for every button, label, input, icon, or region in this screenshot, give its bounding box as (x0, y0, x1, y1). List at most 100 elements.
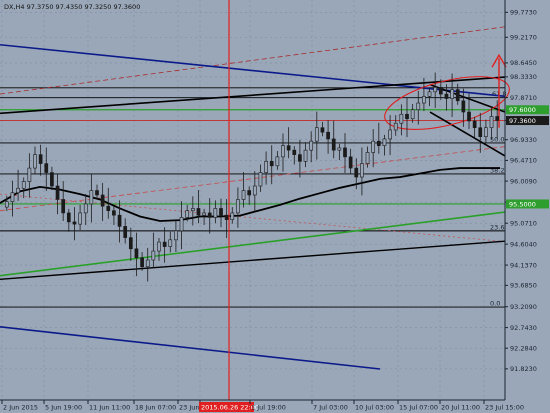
x-tick-label: 23 Jul 15:00 (485, 404, 524, 412)
candle-body (399, 113, 404, 124)
y-tick-label: 98.6450 (510, 59, 537, 67)
candle-body (252, 185, 257, 196)
candle-body (185, 210, 190, 218)
x-tick-label: 11 Jun 11:00 (89, 404, 130, 412)
y-tick-label: 99.7730 (510, 9, 537, 17)
candle-body (405, 113, 409, 120)
x-tick-label: 15 Jul 07:00 (399, 404, 438, 412)
candle-body (309, 140, 314, 151)
candle-body (258, 172, 263, 187)
x-tick-label: 5 Jun 19:00 (45, 404, 82, 412)
x-tick-label: 20 Jul 11:00 (441, 404, 480, 412)
candle-body (495, 116, 500, 121)
candle-body (354, 167, 359, 178)
y-tick-label: 93.2090 (510, 303, 537, 311)
candle-body (207, 212, 212, 218)
candle-body (433, 87, 438, 93)
y-tick-label: 91.8230 (510, 365, 537, 373)
candle-body (106, 205, 111, 211)
y-tick-label: 95.0710 (510, 219, 537, 227)
candle-body (236, 199, 240, 214)
candle-body (100, 194, 105, 207)
y-tick-label: 96.4710 (510, 157, 537, 165)
candle-body (134, 248, 139, 259)
y-tick-label: 93.6850 (510, 282, 537, 290)
candle-body (472, 120, 477, 129)
candle-body (168, 239, 173, 247)
x-tick-label: 18 Jun 07:00 (135, 404, 176, 412)
candle-body (455, 89, 460, 102)
candle-body (66, 212, 71, 223)
y-tick-label: 94.1370 (510, 261, 537, 269)
candle-body (112, 210, 116, 216)
candle-body (27, 167, 32, 182)
candle-body (202, 212, 206, 216)
candle-body (145, 259, 150, 268)
candle-body (72, 221, 77, 225)
candle-body (33, 154, 37, 169)
candle-body (365, 152, 370, 164)
candle-body (422, 96, 426, 104)
y-tick-label: 97.8710 (510, 94, 537, 102)
candle-body (320, 127, 325, 133)
x-tick-label: 2 Jun 2015 (3, 404, 38, 412)
candle-body (95, 190, 99, 196)
candle-body (376, 140, 381, 146)
candle-body (38, 154, 43, 164)
candle-body (230, 212, 235, 220)
candle-body (247, 190, 252, 196)
candle-body (478, 127, 483, 137)
candle-body (196, 208, 201, 216)
chart-root: 61.850.038.223.60.0 99.773099.217098.645… (0, 0, 550, 413)
y-tick-label: 92.7430 (510, 324, 537, 332)
candle-body (140, 257, 144, 268)
candle-body (382, 138, 387, 146)
price-tag-label: 97.3600 (509, 117, 536, 125)
candle-body (269, 161, 274, 167)
candle-body (179, 217, 184, 232)
candle-body (174, 230, 178, 241)
x-tick-label: 10 Jul 03:00 (355, 404, 394, 412)
candle-body (337, 147, 342, 151)
candle-body (314, 127, 319, 142)
candle-body (393, 122, 398, 131)
y-tick-label: 92.2840 (510, 344, 537, 352)
candle-body (360, 163, 364, 178)
candle-body (489, 116, 494, 129)
candle-body (157, 241, 161, 252)
fib-level-label: 0.0 (490, 300, 500, 308)
chart-title: DX,H4 97.3750 97.4350 97.3250 97.3600 (4, 3, 140, 11)
candle-body (484, 127, 488, 137)
candle-body (61, 199, 66, 214)
candle-body (50, 172, 54, 187)
candle-body (224, 214, 229, 220)
candle-body (303, 149, 308, 162)
candle-body (128, 237, 133, 250)
candle-body (343, 147, 347, 158)
candle-body (388, 129, 392, 140)
price-tag-label: 95.5000 (509, 200, 536, 208)
candle-body (44, 163, 49, 173)
candle-body (467, 111, 471, 122)
candle-body (410, 109, 415, 120)
x-tick-label: 7 Jul 03:00 (313, 404, 348, 412)
candle-body (348, 156, 353, 169)
candle-body (286, 145, 291, 151)
candle-body (4, 201, 9, 208)
candle-body (10, 192, 15, 203)
candle-body (219, 208, 223, 216)
candle-body (89, 190, 94, 205)
candle-body (275, 156, 280, 167)
candle-body (416, 102, 421, 111)
y-tick-label: 99.2170 (510, 33, 537, 41)
candle-body (264, 161, 268, 173)
candle-body (281, 145, 285, 158)
candle-body (123, 226, 128, 238)
y-tick-label: 96.9330 (510, 136, 537, 144)
candle-body (55, 185, 60, 200)
candle-body (292, 149, 297, 155)
candle-body (444, 93, 449, 99)
candle-body (190, 208, 195, 211)
candle-body (371, 140, 376, 153)
candle-body (78, 212, 82, 225)
